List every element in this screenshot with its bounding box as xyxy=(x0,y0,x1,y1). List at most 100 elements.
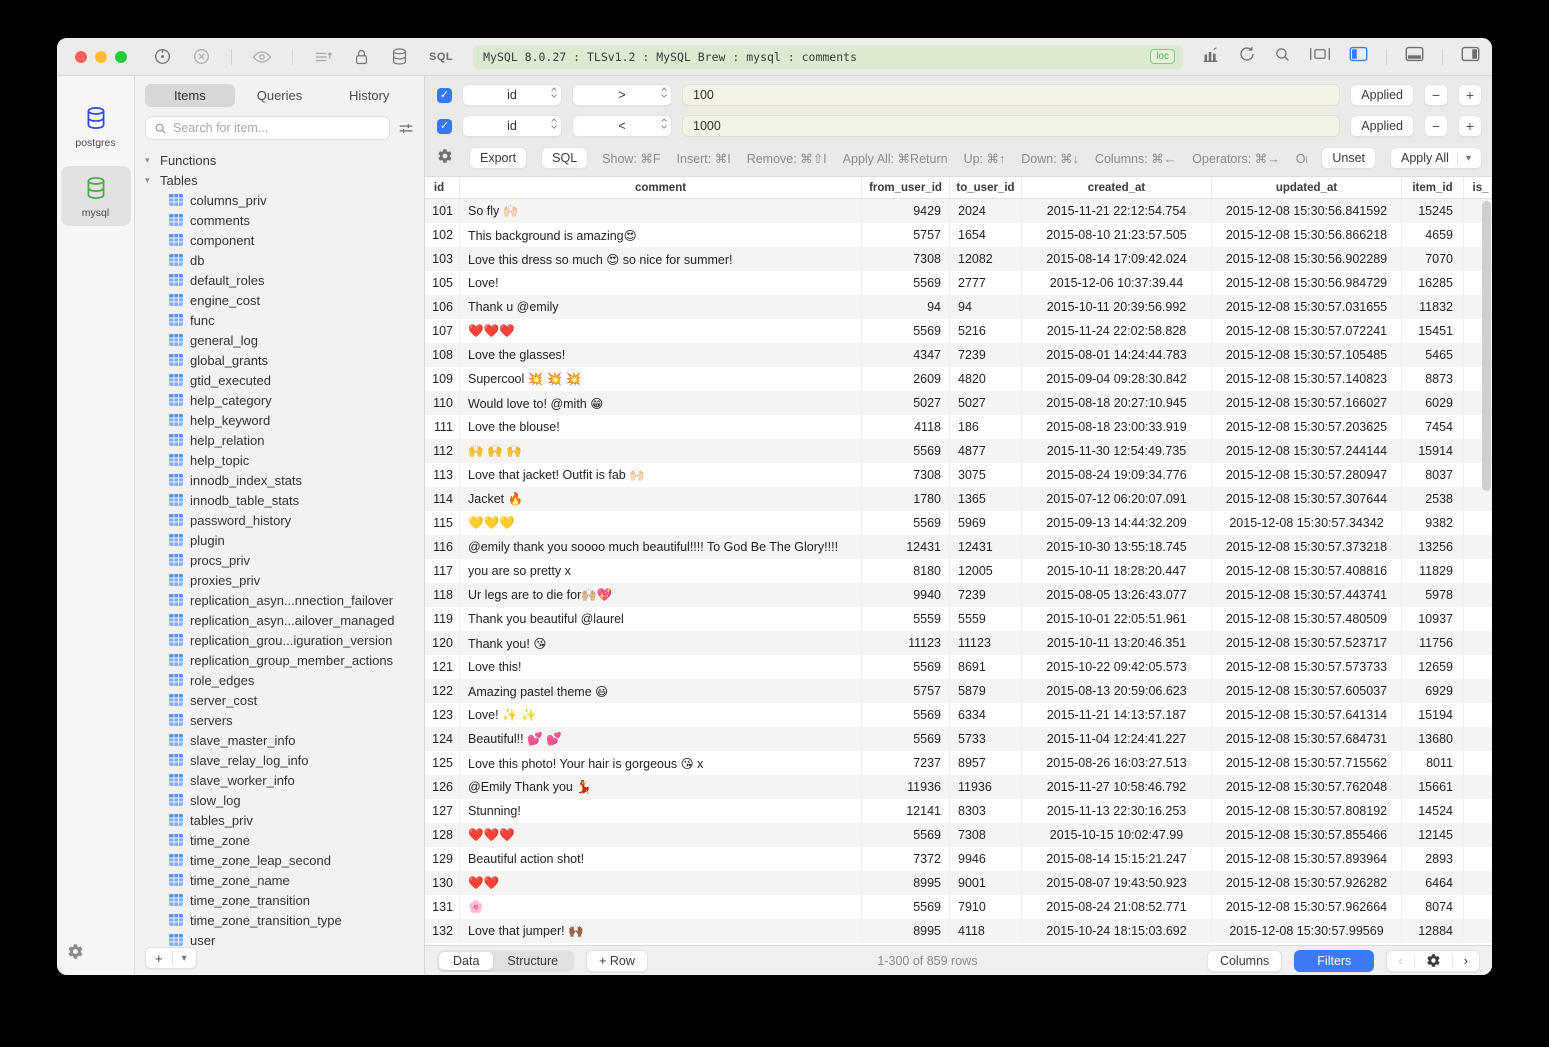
applied-button[interactable]: Applied xyxy=(1350,115,1414,137)
cell-id[interactable]: 103 xyxy=(425,247,460,271)
cell-comment[interactable]: Thank you beautiful @laurel xyxy=(460,607,862,631)
item-search-field[interactable] xyxy=(145,116,390,140)
cell-from-user-id[interactable]: 5559 xyxy=(862,607,950,631)
filters-button[interactable]: Filters xyxy=(1294,950,1374,972)
refresh-icon[interactable] xyxy=(1238,45,1256,68)
tab-structure[interactable]: Structure xyxy=(493,952,572,970)
cell-created-at[interactable]: 2015-10-22 09:42:05.573 xyxy=(1022,655,1212,679)
cell-to-user-id[interactable]: 94 xyxy=(950,295,1022,319)
cell-comment[interactable]: Love the glasses! xyxy=(460,343,862,367)
column-header-id[interactable]: id xyxy=(425,177,460,198)
cell-item-id[interactable]: 11756 xyxy=(1402,631,1464,655)
columns-button[interactable]: Columns xyxy=(1207,950,1282,972)
tab-history[interactable]: History xyxy=(324,84,414,107)
toggle-right-panel-icon[interactable] xyxy=(1461,46,1480,67)
table-row[interactable]: 128 ❤️❤️❤️ 5569 7308 2015-10-15 10:02:47… xyxy=(425,823,1492,847)
cell-from-user-id[interactable]: 12141 xyxy=(862,799,950,823)
add-item-button[interactable]: + xyxy=(146,951,172,966)
cell-updated-at[interactable]: 2015-12-08 15:30:57.523717 xyxy=(1212,631,1402,655)
cell-to-user-id[interactable]: 5733 xyxy=(950,727,1022,751)
table-row[interactable]: 103 Love this dress so much 😍 so nice fo… xyxy=(425,247,1492,271)
sidebar-table-item[interactable]: time_zone xyxy=(145,830,414,850)
cell-to-user-id[interactable]: 3075 xyxy=(950,463,1022,487)
cell-comment[interactable]: @Emily Thank you 💃 xyxy=(460,775,862,799)
column-header-updated-at[interactable]: updated_at xyxy=(1212,177,1402,198)
table-row[interactable]: 106 Thank u @emily 94 94 2015-10-11 20:3… xyxy=(425,295,1492,319)
cell-comment[interactable]: @emily thank you soooo much beautiful!!!… xyxy=(460,535,862,559)
cell-is[interactable] xyxy=(1464,823,1492,847)
table-row[interactable]: 131 🌸 5569 7910 2015-08-24 21:08:52.771 … xyxy=(425,895,1492,919)
focus-layout-icon[interactable] xyxy=(1309,46,1331,67)
sidebar-table-item[interactable]: innodb_index_stats xyxy=(145,470,414,490)
cell-from-user-id[interactable]: 5569 xyxy=(862,895,950,919)
cell-comment[interactable]: Thank you! 😘 xyxy=(460,631,862,655)
sidebar-table-item[interactable]: help_topic xyxy=(145,450,414,470)
filter-gear-icon[interactable] xyxy=(437,148,453,169)
sidebar-table-item[interactable]: db xyxy=(145,250,414,270)
filter-column-select[interactable]: id xyxy=(462,115,562,137)
cell-created-at[interactable]: 2015-07-12 06:20:07.091 xyxy=(1022,487,1212,511)
cell-id[interactable]: 102 xyxy=(425,223,460,247)
table-row[interactable]: 109 Supercool 💥 💥 💥 2609 4820 2015-09-04… xyxy=(425,367,1492,391)
cell-is[interactable] xyxy=(1464,655,1492,679)
cell-id[interactable]: 119 xyxy=(425,607,460,631)
cell-id[interactable]: 121 xyxy=(425,655,460,679)
cell-item-id[interactable]: 2893 xyxy=(1402,847,1464,871)
cell-is[interactable] xyxy=(1464,559,1492,583)
cell-comment[interactable]: Love the blouse! xyxy=(460,415,862,439)
zoom-window-button[interactable] xyxy=(115,51,127,63)
table-row[interactable]: 119 Thank you beautiful @laurel 5559 555… xyxy=(425,607,1492,631)
preview-eye-icon[interactable] xyxy=(252,47,272,67)
cell-created-at[interactable]: 2015-11-24 22:02:58.828 xyxy=(1022,319,1212,343)
cell-created-at[interactable]: 2015-11-27 10:58:46.792 xyxy=(1022,775,1212,799)
cell-is[interactable] xyxy=(1464,895,1492,919)
table-row[interactable]: 127 Stunning! 12141 8303 2015-11-13 22:3… xyxy=(425,799,1492,823)
grid-settings-gear-icon[interactable] xyxy=(1415,953,1452,968)
cell-item-id[interactable]: 7070 xyxy=(1402,247,1464,271)
cell-created-at[interactable]: 2015-08-05 13:26:43.077 xyxy=(1022,583,1212,607)
cell-item-id[interactable]: 15245 xyxy=(1402,199,1464,223)
table-row[interactable]: 110 Would love to! @mith 😁 5027 5027 201… xyxy=(425,391,1492,415)
cell-from-user-id[interactable]: 7237 xyxy=(862,751,950,775)
cell-updated-at[interactable]: 2015-12-08 15:30:57.140823 xyxy=(1212,367,1402,391)
cell-from-user-id[interactable]: 4347 xyxy=(862,343,950,367)
cell-created-at[interactable]: 2015-10-15 10:02:47.99 xyxy=(1022,823,1212,847)
tab-data[interactable]: Data xyxy=(439,952,493,970)
cell-from-user-id[interactable]: 5569 xyxy=(862,703,950,727)
cell-to-user-id[interactable]: 186 xyxy=(950,415,1022,439)
cell-comment[interactable]: This background is amazing😍 xyxy=(460,223,862,247)
sql-button[interactable]: SQL xyxy=(541,147,588,169)
connect-icon[interactable] xyxy=(153,47,172,66)
cell-created-at[interactable]: 2015-10-11 20:39:56.992 xyxy=(1022,295,1212,319)
cell-from-user-id[interactable]: 9940 xyxy=(862,583,950,607)
cell-created-at[interactable]: 2015-11-04 12:24:41.227 xyxy=(1022,727,1212,751)
toggle-bottom-panel-icon[interactable] xyxy=(1405,46,1424,67)
cell-item-id[interactable]: 11832 xyxy=(1402,295,1464,319)
cell-comment[interactable]: you are so pretty x xyxy=(460,559,862,583)
sidebar-table-item[interactable]: help_category xyxy=(145,390,414,410)
cell-id[interactable]: 130 xyxy=(425,871,460,895)
cell-from-user-id[interactable]: 5569 xyxy=(862,439,950,463)
filter-operator-select[interactable]: > xyxy=(572,84,672,106)
log-list-icon[interactable] xyxy=(313,48,333,66)
cell-to-user-id[interactable]: 1654 xyxy=(950,223,1022,247)
column-header-is[interactable]: is_ xyxy=(1464,177,1492,198)
cell-item-id[interactable]: 8011 xyxy=(1402,751,1464,775)
search-input[interactable] xyxy=(173,121,381,135)
cell-id[interactable]: 123 xyxy=(425,703,460,727)
cell-id[interactable]: 106 xyxy=(425,295,460,319)
cell-updated-at[interactable]: 2015-12-08 15:30:57.072241 xyxy=(1212,319,1402,343)
cell-updated-at[interactable]: 2015-12-08 15:30:56.984729 xyxy=(1212,271,1402,295)
table-row[interactable]: 122 Amazing pastel theme 😃 5757 5879 201… xyxy=(425,679,1492,703)
table-row[interactable]: 123 Love! ✨ ✨ 5569 6334 2015-11-21 14:13… xyxy=(425,703,1492,727)
next-page-icon[interactable]: › xyxy=(1453,953,1479,968)
sidebar-table-item[interactable]: time_zone_leap_second xyxy=(145,850,414,870)
cell-id[interactable]: 124 xyxy=(425,727,460,751)
cell-item-id[interactable]: 9382 xyxy=(1402,511,1464,535)
cell-to-user-id[interactable]: 2024 xyxy=(950,199,1022,223)
previous-page-icon[interactable]: ‹ xyxy=(1387,953,1413,968)
cell-id[interactable]: 105 xyxy=(425,271,460,295)
cell-is[interactable] xyxy=(1464,775,1492,799)
export-button[interactable]: Export xyxy=(469,147,527,169)
add-row-button[interactable]: + Row xyxy=(586,950,648,972)
